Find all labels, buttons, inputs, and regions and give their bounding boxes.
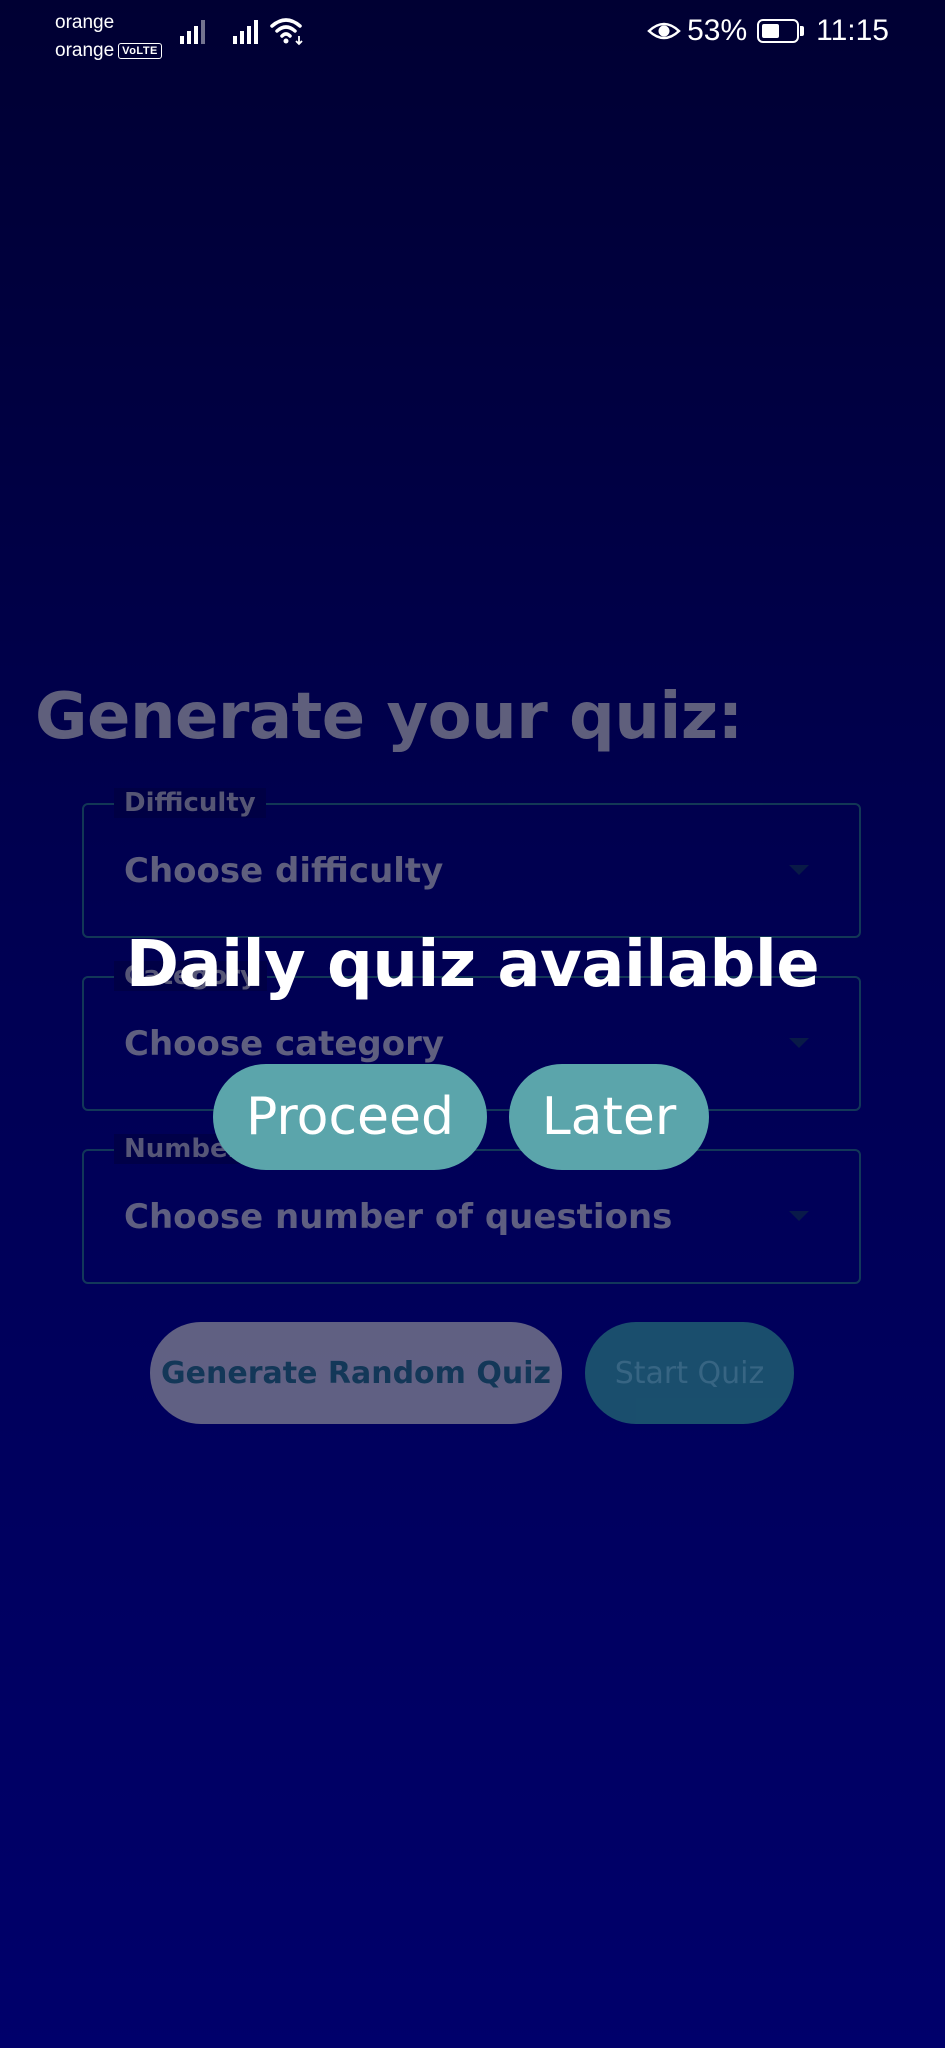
number-value: Choose number of questions xyxy=(124,1197,673,1237)
start-quiz-button[interactable]: Start Quiz xyxy=(585,1322,794,1424)
dropdown-arrow-icon xyxy=(789,865,809,875)
category-value: Choose category xyxy=(124,1024,445,1064)
form-title: Generate your quiz: xyxy=(35,680,743,754)
dropdown-arrow-icon xyxy=(789,1211,809,1221)
later-button[interactable]: Later xyxy=(509,1064,709,1170)
proceed-button[interactable]: Proceed xyxy=(213,1064,487,1170)
difficulty-value: Choose difficulty xyxy=(124,851,444,891)
dialog-title: Daily quiz available xyxy=(125,928,820,1002)
number-dropdown[interactable]: Number Choose number of questions xyxy=(82,1134,861,1284)
difficulty-dropdown[interactable]: Difficulty Choose difficulty xyxy=(82,788,861,938)
dropdown-arrow-icon xyxy=(789,1038,809,1048)
difficulty-label: Difficulty xyxy=(114,788,266,818)
quiz-form: Generate your quiz: Difficulty Choose di… xyxy=(0,0,945,2048)
generate-random-quiz-button[interactable]: Generate Random Quiz xyxy=(150,1322,562,1424)
